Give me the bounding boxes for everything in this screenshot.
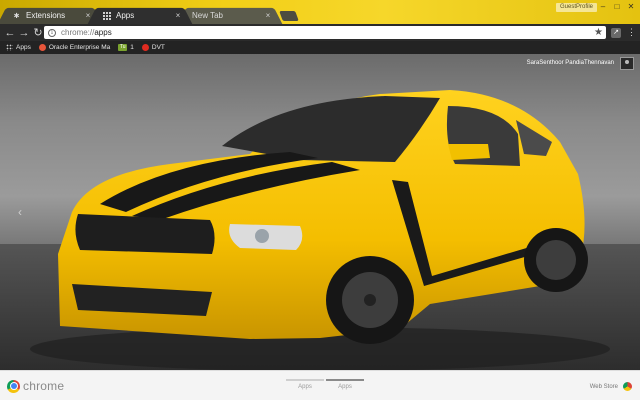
bookmarks-bar: Apps Oracle Enterprise Ma Tu 1 DVT bbox=[0, 41, 640, 54]
close-icon[interactable]: × bbox=[264, 11, 272, 20]
url-text[interactable]: chrome://apps bbox=[61, 28, 112, 37]
page-indicator bbox=[286, 379, 324, 381]
chrome-logo-icon bbox=[7, 379, 20, 393]
close-icon[interactable]: × bbox=[174, 11, 182, 20]
address-bar[interactable]: i chrome://apps ★ bbox=[44, 26, 606, 39]
headlight-lens bbox=[255, 229, 269, 243]
front-hub bbox=[364, 294, 376, 306]
extension-icon[interactable]: ↗ bbox=[611, 28, 621, 38]
maximize-icon[interactable]: □ bbox=[611, 2, 623, 12]
new-tab-button[interactable] bbox=[279, 11, 299, 21]
youtube-icon bbox=[141, 44, 149, 51]
tab-title: Apps bbox=[116, 11, 135, 20]
theme-background-image bbox=[0, 90, 640, 370]
tab-title: New Tab bbox=[192, 11, 223, 20]
star-icon[interactable]: ★ bbox=[594, 26, 603, 39]
page-tab-label: Apps bbox=[338, 384, 352, 390]
close-icon[interactable]: × bbox=[84, 11, 92, 20]
apps-grid-icon bbox=[102, 11, 111, 20]
page-switcher-apps[interactable]: Apps bbox=[286, 379, 324, 390]
page-indicator bbox=[326, 379, 364, 381]
profile-badge[interactable]: GuestProfile bbox=[556, 3, 598, 12]
info-icon[interactable]: i bbox=[48, 28, 56, 37]
bookmark-label: DVT bbox=[151, 44, 165, 51]
tab-new-tab[interactable]: New Tab × bbox=[177, 7, 283, 24]
url-path: apps bbox=[94, 28, 112, 37]
bookmark-dvt[interactable]: DVT bbox=[141, 44, 165, 51]
bookmark-apps[interactable]: Apps bbox=[6, 44, 31, 51]
web-store-label: Web Store bbox=[589, 383, 618, 390]
tab-extensions[interactable]: ✱ Extensions × bbox=[0, 7, 103, 24]
tab-apps[interactable]: Apps × bbox=[87, 7, 193, 24]
back-arrow-icon[interactable]: ← bbox=[3, 26, 17, 40]
tu-icon: Tu bbox=[118, 44, 128, 51]
url-scheme: chrome:// bbox=[61, 28, 95, 37]
bookmark-tu[interactable]: Tu 1 bbox=[118, 44, 134, 51]
oracle-icon bbox=[38, 44, 46, 51]
rear-rim bbox=[536, 240, 576, 280]
reload-icon[interactable]: ↻ bbox=[31, 26, 45, 40]
avatar[interactable] bbox=[620, 57, 634, 70]
bookmark-label: Oracle Enterprise Ma bbox=[48, 44, 111, 51]
menu-icon[interactable]: ⋮ bbox=[627, 27, 636, 38]
apps-page: ‹ SaraSenthoor PandiaThennavan bbox=[0, 54, 640, 370]
chrome-wordmark: chrome bbox=[23, 379, 65, 393]
tab-title: Extensions bbox=[26, 11, 66, 20]
puzzle-icon: ✱ bbox=[13, 12, 20, 20]
bookmark-label: 1 bbox=[130, 44, 134, 51]
web-store-icon bbox=[623, 382, 632, 391]
car-grille bbox=[75, 214, 215, 254]
forward-arrow-icon[interactable]: → bbox=[17, 26, 31, 40]
side-mirror bbox=[448, 144, 490, 160]
page-tab-label: Apps bbox=[298, 384, 312, 390]
chrome-brand: chrome bbox=[7, 379, 64, 393]
bookmark-label: Apps bbox=[16, 44, 31, 51]
toolbar: ← → ↻ i chrome://apps ★ ↗ ⋮ bbox=[0, 24, 640, 41]
launcher-bar: chrome Apps Apps Web Store bbox=[0, 370, 640, 400]
chevron-left-icon[interactable]: ‹ bbox=[18, 206, 22, 218]
minimize-icon[interactable]: – bbox=[597, 2, 609, 12]
tab-strip: ✱ Extensions × New Tab × Apps × GuestPro… bbox=[0, 0, 640, 24]
bookmark-oracle[interactable]: Oracle Enterprise Ma bbox=[38, 44, 111, 51]
web-store-link[interactable]: Web Store bbox=[590, 382, 632, 391]
apps-grid-icon bbox=[6, 44, 13, 51]
close-window-icon[interactable]: ✕ bbox=[625, 2, 637, 12]
signed-in-user[interactable]: SaraSenthoor PandiaThennavan bbox=[527, 60, 614, 66]
page-switcher-apps-active[interactable]: Apps bbox=[326, 379, 364, 390]
